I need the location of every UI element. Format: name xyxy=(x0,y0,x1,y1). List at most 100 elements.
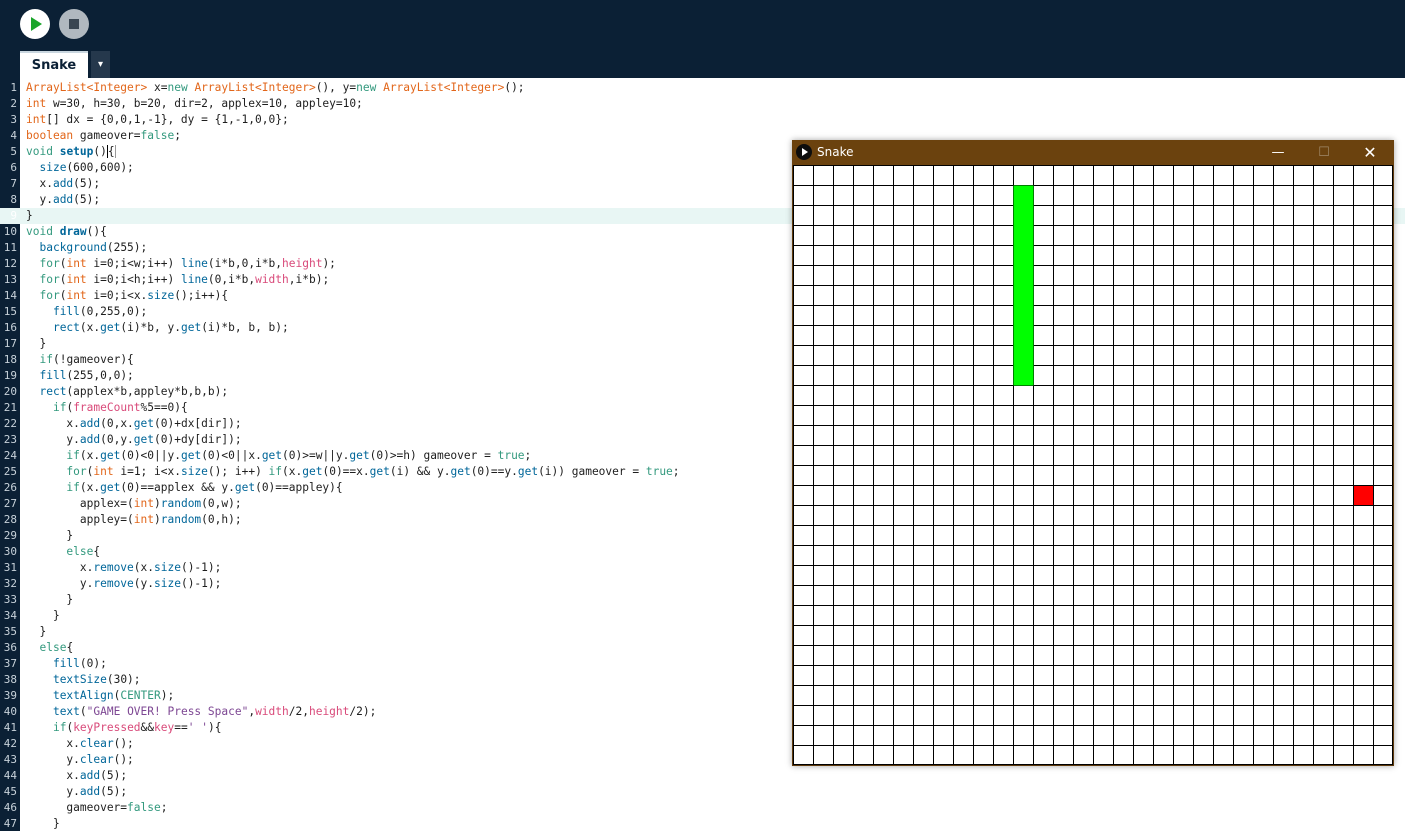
line-number: 37 xyxy=(3,657,17,670)
code-token: i=1; i<x. xyxy=(113,465,181,478)
code-token: } xyxy=(26,337,47,350)
code-token: get xyxy=(302,465,323,478)
code-line[interactable]: 46 gameover=false; xyxy=(0,800,1405,816)
code-token: (0)<0||y. xyxy=(120,449,181,462)
code-token: rect xyxy=(39,385,67,398)
code-token: get xyxy=(261,449,283,462)
code-text: int w=30, h=30, b=20, dir=2, applex=10, … xyxy=(26,96,363,112)
line-number: 5 xyxy=(10,145,17,158)
stop-button[interactable] xyxy=(59,9,89,39)
line-number: 2 xyxy=(10,97,17,110)
sketch-canvas[interactable] xyxy=(793,165,1393,765)
game-board xyxy=(793,165,1393,765)
line-number: 9 xyxy=(10,209,17,222)
code-token: } xyxy=(26,609,60,622)
snake-segment xyxy=(1013,365,1034,386)
code-token: add xyxy=(79,433,101,446)
code-text: } xyxy=(26,592,73,608)
code-line[interactable]: 2 int w=30, h=30, b=20, dir=2, applex=10,… xyxy=(0,96,1405,112)
sketch-title-bar[interactable]: Snake — ☐ ✕ xyxy=(792,140,1394,165)
sketch-window: Snake — ☐ ✕ xyxy=(792,140,1394,766)
line-number: 31 xyxy=(3,561,17,574)
code-token: (){ xyxy=(86,225,107,238)
line-number: 39 xyxy=(3,689,17,702)
tab-menu-chevron-down-icon[interactable]: ▾ xyxy=(91,51,110,78)
code-token: gameover= xyxy=(26,801,128,814)
code-token: get xyxy=(100,481,121,494)
code-token: i=0;i<w;i++) xyxy=(86,257,181,270)
code-token: y. xyxy=(26,753,80,766)
code-token: (x. xyxy=(79,321,101,334)
code-token: get xyxy=(450,465,471,478)
text-cursor: { xyxy=(106,145,116,158)
code-token: fill xyxy=(52,305,80,318)
code-token: (0,x. xyxy=(100,417,134,430)
line-number: 32 xyxy=(3,577,17,590)
code-token: (0)==y. xyxy=(470,465,518,478)
code-text: x.remove(x.size()-1); xyxy=(26,560,222,576)
code-text: boolean gameover=false; xyxy=(26,128,181,144)
code-token: fill xyxy=(39,369,67,382)
snake-segment xyxy=(1013,305,1034,326)
code-token: width xyxy=(255,705,289,718)
code-token: for xyxy=(39,273,60,286)
code-token: int xyxy=(26,97,47,110)
maximize-button[interactable]: ☐ xyxy=(1301,140,1347,165)
code-token: ()-1); xyxy=(180,561,222,574)
tab-snake[interactable]: Snake xyxy=(20,51,88,78)
code-token: true xyxy=(645,465,673,478)
minimize-button[interactable]: — xyxy=(1255,140,1301,165)
code-line[interactable]: 3 int[] dx = {0,0,1,-1}, dy = {1,-1,0,0}; xyxy=(0,112,1405,128)
code-token: get xyxy=(100,321,121,334)
code-token: ; xyxy=(672,465,680,478)
run-button[interactable] xyxy=(20,9,50,39)
code-text: fill(255,0,0); xyxy=(26,368,133,384)
code-token: (); xyxy=(113,737,134,750)
code-token: [] dx = {0,0,1,-1}, dy = {1,-1,0,0}; xyxy=(46,113,289,126)
code-token: height xyxy=(282,257,323,270)
code-token: (0,i*b, xyxy=(207,273,256,286)
code-token: size xyxy=(180,465,208,478)
code-text: int[] dx = {0,0,1,-1}, dy = {1,-1,0,0}; xyxy=(26,112,289,128)
code-token: get xyxy=(517,465,539,478)
line-number: 42 xyxy=(3,737,17,750)
code-token: x. xyxy=(26,561,94,574)
code-token: && xyxy=(140,721,155,734)
code-token: } xyxy=(26,593,74,606)
code-token: (0); xyxy=(79,657,107,670)
code-text: y.add(5); xyxy=(26,192,100,208)
code-token: height xyxy=(308,705,350,718)
code-token: (30); xyxy=(106,673,141,686)
code-text: gameover=false; xyxy=(26,800,167,816)
code-token: int xyxy=(93,465,114,478)
code-token: (i)*b, b, b); xyxy=(201,321,289,334)
line-number: 23 xyxy=(3,433,17,446)
code-token: (y. xyxy=(133,577,154,590)
code-line[interactable]: 45 y.add(5); xyxy=(0,784,1405,800)
code-token: else xyxy=(39,641,67,654)
code-token: int xyxy=(66,257,87,270)
code-line[interactable]: 1 ArrayList<Integer> x=new ArrayList<Inte… xyxy=(0,80,1405,96)
code-text: size(600,600); xyxy=(26,160,133,176)
code-token: random xyxy=(160,497,202,510)
code-text: for(int i=0;i<w;i++) line(i*b,0,i*b,heig… xyxy=(26,256,335,272)
code-line[interactable]: 47 } xyxy=(0,816,1405,831)
code-token: (0)==x. xyxy=(322,465,370,478)
code-text: fill(0,255,0); xyxy=(26,304,147,320)
close-button[interactable]: ✕ xyxy=(1347,140,1393,165)
code-token: add xyxy=(52,177,74,190)
code-token: void xyxy=(26,145,53,158)
code-token: () xyxy=(93,145,107,158)
code-token: (), y= xyxy=(315,81,357,94)
code-token: textAlign xyxy=(52,689,114,702)
line-number: 28 xyxy=(3,513,17,526)
code-token: get xyxy=(100,449,121,462)
code-line[interactable]: 44 x.add(5); xyxy=(0,768,1405,784)
